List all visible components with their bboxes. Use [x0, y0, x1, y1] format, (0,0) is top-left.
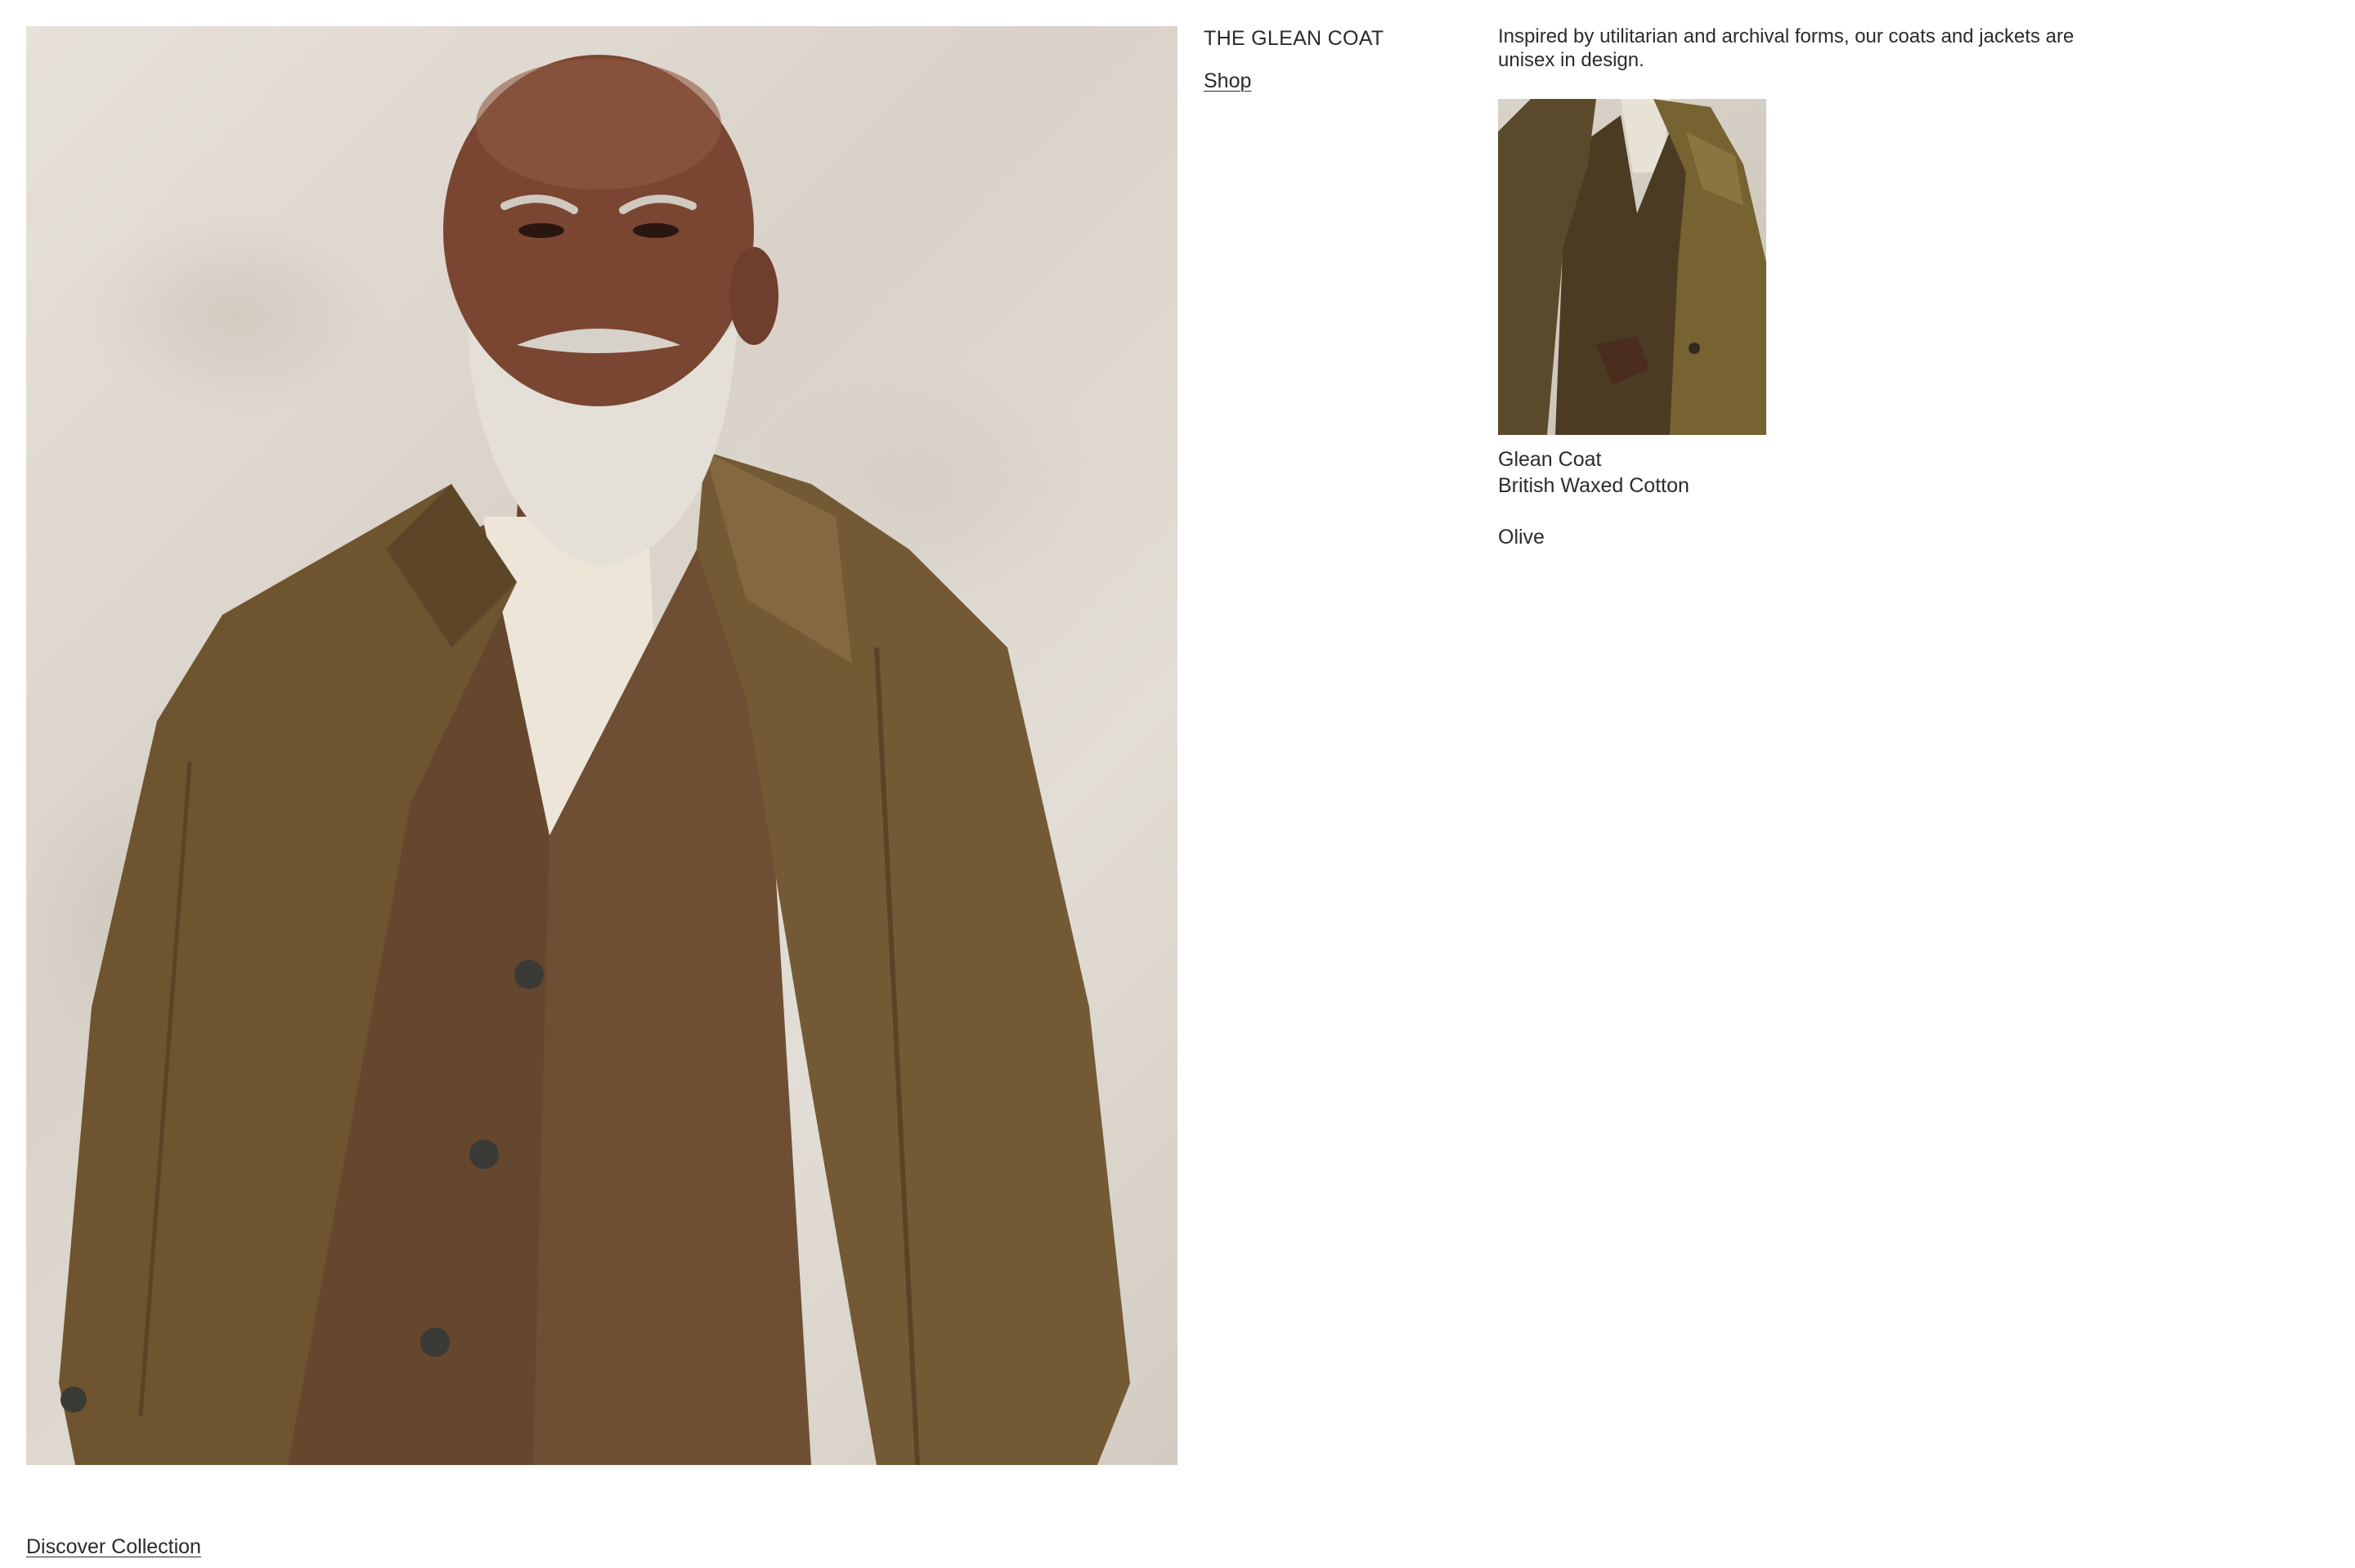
- feature-title: THE GLEAN COAT: [1204, 27, 1384, 50]
- shop-link[interactable]: Shop: [1204, 67, 1251, 95]
- product-material: British Waxed Cotton: [1498, 474, 1689, 497]
- coat-thumbnail-illustration: [1498, 99, 1766, 435]
- hero-photo: [26, 26, 1178, 1465]
- discover-collection-link[interactable]: Discover Collection: [26, 1534, 201, 1560]
- product-name: Glean Coat: [1498, 448, 1602, 471]
- product-thumbnail[interactable]: [1498, 99, 1766, 435]
- product-color: Olive: [1498, 526, 1545, 549]
- model-in-coat-illustration: [59, 55, 1130, 1465]
- feature-description: Inspired by utilitarian and archival for…: [1498, 25, 2075, 71]
